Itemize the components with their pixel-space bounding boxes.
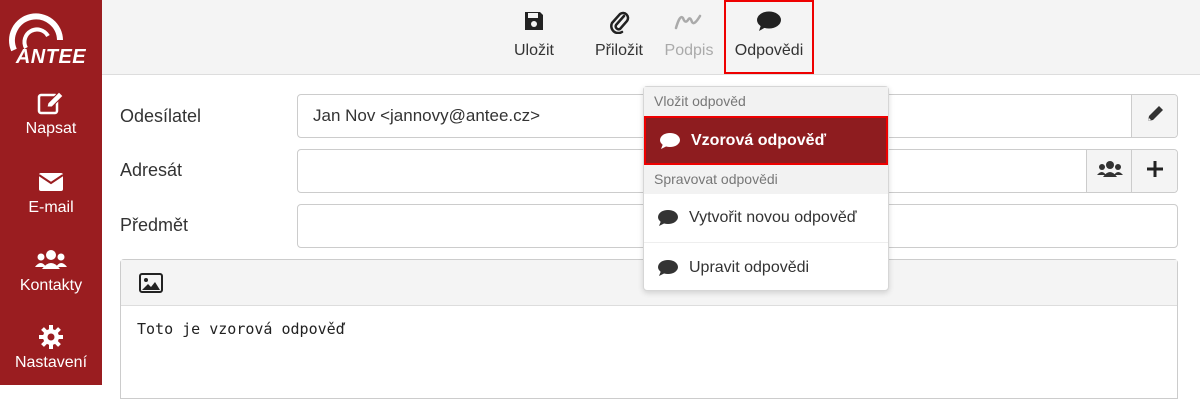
edit-responses-item[interactable]: Upravit odpovědi: [644, 243, 888, 292]
users-icon: [0, 247, 102, 273]
comment-icon: [659, 132, 681, 150]
responses-label: Odpovědi: [734, 42, 804, 59]
subject-label: Předmět: [120, 215, 189, 235]
create-response-label: Vytvořit novou odpověď: [689, 209, 857, 226]
pencil-icon: [1145, 104, 1165, 129]
attach-button[interactable]: Přiložit: [587, 0, 651, 74]
antee-logo[interactable]: ANTEE: [8, 10, 94, 68]
edit-responses-label: Upravit odpovědi: [689, 258, 810, 276]
add-recipient-button[interactable]: [1131, 150, 1177, 192]
sidebar: ANTEE Napsat E-mail Kontakty Nastavení: [0, 0, 102, 385]
insert-response-header: Vložit odpověd: [644, 87, 888, 116]
response-item-vzorova[interactable]: Vzorová odpověď: [644, 116, 888, 165]
save-label: Uložit: [513, 42, 554, 59]
message-body[interactable]: Toto je vzorová odpověď: [121, 306, 1177, 352]
users-icon: [1096, 159, 1124, 184]
paperclip-icon: [587, 10, 651, 35]
manage-responses-header: Spravovat odpovědi: [644, 165, 888, 194]
comment-icon: [726, 10, 812, 34]
nav-napsat-label: Napsat: [25, 120, 77, 137]
compose-toolbar: Uložit Přiložit Podpis Odpovědi: [102, 0, 1200, 75]
nav-napsat[interactable]: Napsat: [0, 90, 102, 138]
comment-icon: [657, 259, 679, 277]
responses-button[interactable]: Odpovědi: [724, 0, 814, 74]
nav-email[interactable]: E-mail: [0, 169, 102, 217]
nav-kontakty[interactable]: Kontakty: [0, 247, 102, 295]
logo-text: ANTEE: [15, 46, 87, 68]
pencil-square-icon: [0, 90, 102, 116]
nav-email-label: E-mail: [28, 199, 74, 216]
attach-label: Přiložit: [594, 42, 643, 59]
signature-label: Podpis: [664, 42, 714, 59]
nav-nastaveni-label: Nastavení: [14, 354, 88, 371]
plus-icon: [1146, 160, 1164, 183]
response-item-label: Vzorová odpověď: [691, 131, 827, 149]
save-button[interactable]: Uložit: [502, 0, 566, 74]
nav-nastaveni[interactable]: Nastavení: [0, 324, 102, 372]
select-contacts-button[interactable]: [1086, 150, 1132, 192]
floppy-disk-icon: [502, 10, 566, 34]
comment-icon: [657, 209, 679, 227]
sender-label: Odesílatel: [120, 106, 202, 126]
nav-kontakty-label: Kontakty: [19, 277, 83, 294]
envelope-icon: [0, 169, 102, 195]
create-response-item[interactable]: Vytvořit novou odpověď: [644, 194, 888, 243]
responses-dropdown: Vložit odpověd Vzorová odpověď Spravovat…: [643, 86, 889, 291]
signature-button[interactable]: Podpis: [657, 0, 721, 74]
sender-value: Jan Nov <jannovy@antee.cz>: [313, 106, 541, 125]
signature-icon: [657, 10, 721, 34]
gear-icon: [0, 324, 102, 350]
edit-sender-button[interactable]: [1131, 95, 1177, 137]
recipient-label: Adresát: [120, 160, 183, 180]
image-icon[interactable]: [139, 273, 163, 298]
